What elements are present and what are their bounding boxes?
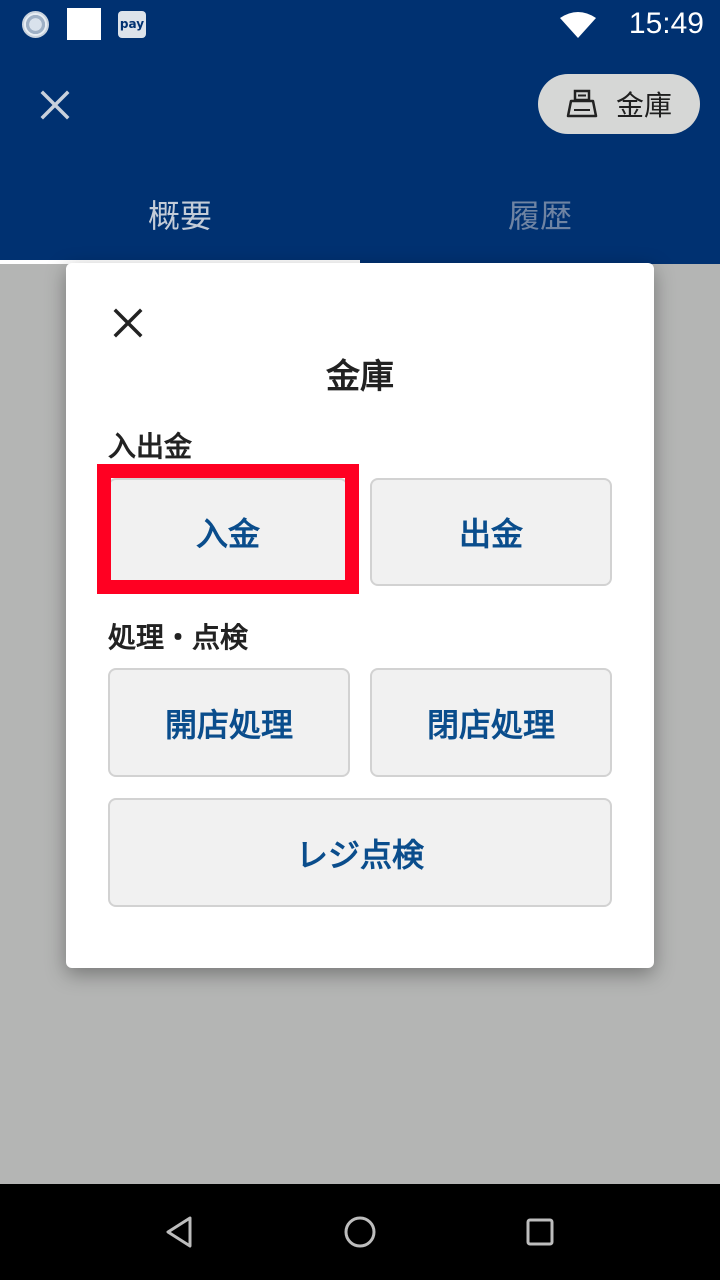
status-bar: pay 15:49 [0, 0, 720, 48]
cash-register-icon [566, 89, 598, 118]
back-icon[interactable] [160, 1212, 200, 1252]
tab-overview[interactable]: 概要 [0, 178, 360, 254]
blank-square-icon [67, 8, 101, 40]
wifi-icon [560, 12, 596, 38]
tab-history[interactable]: 履歴 [360, 178, 720, 254]
safe-dialog: 金庫 入出金 入金 出金 処理・点検 開店処理 閉店処理 レジ点検 [66, 263, 654, 968]
app-bar: 金庫 概要 履歴 [0, 48, 720, 264]
safe-button-label: 金庫 [616, 89, 673, 122]
store-open-button[interactable]: 開店処理 [108, 668, 350, 777]
store-close-button[interactable]: 閉店処理 [370, 668, 612, 777]
home-icon[interactable] [340, 1212, 380, 1252]
section-deposit-withdraw: 入出金 [108, 430, 193, 463]
register-check-button[interactable]: レジ点検 [108, 798, 612, 907]
sync-ring-icon [22, 11, 49, 38]
recent-apps-icon[interactable] [520, 1212, 560, 1252]
dialog-title: 金庫 [326, 357, 394, 397]
clock: 15:49 [628, 7, 704, 40]
pay-icon: pay [118, 11, 146, 38]
deposit-button[interactable]: 入金 [108, 478, 348, 586]
withdraw-button[interactable]: 出金 [370, 478, 612, 586]
section-process-check: 処理・点検 [108, 621, 249, 654]
safe-button[interactable]: 金庫 [538, 74, 700, 134]
navigation-bar [0, 1184, 720, 1280]
dialog-close-icon[interactable] [106, 301, 150, 345]
close-icon[interactable] [32, 82, 78, 128]
